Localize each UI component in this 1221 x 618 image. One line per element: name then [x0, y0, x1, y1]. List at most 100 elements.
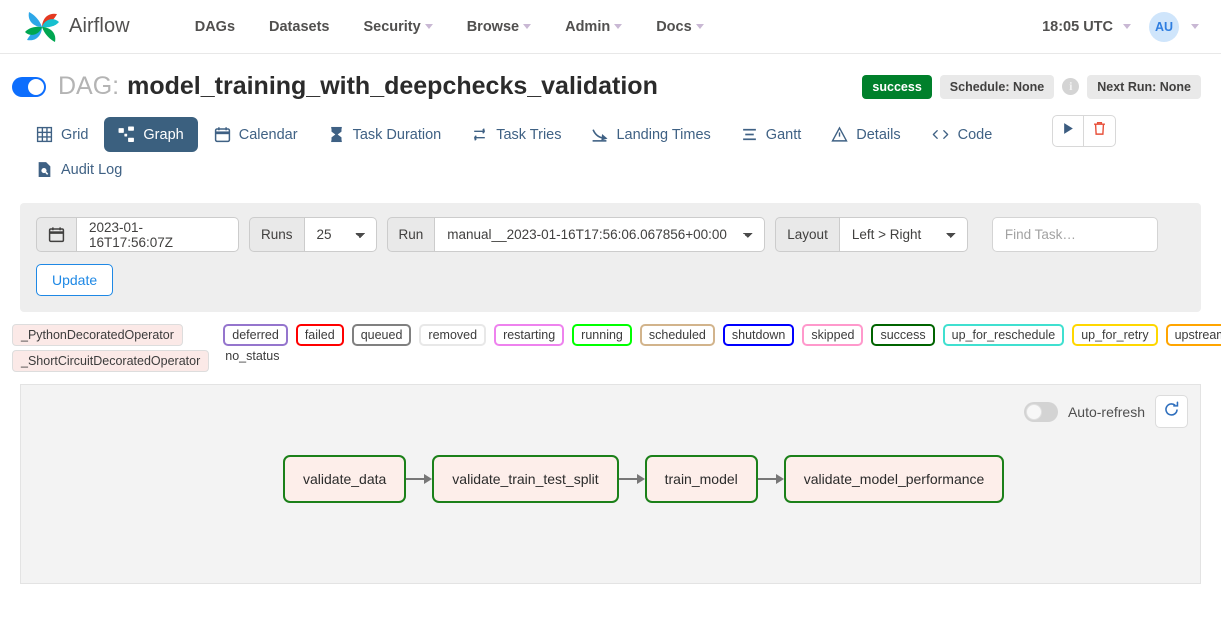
tab-label: Task Tries [496, 127, 561, 143]
refresh-button[interactable] [1155, 395, 1188, 428]
chevron-down-icon [523, 24, 531, 29]
status-badge-failed[interactable]: failed [296, 324, 344, 346]
tab-task-tries[interactable]: Task Tries [457, 117, 575, 152]
utc-clock[interactable]: 18:05 UTC [1032, 13, 1119, 41]
status-badge-skipped[interactable]: skipped [802, 324, 863, 346]
tab-label: Grid [61, 127, 88, 143]
layout-label: Layout [775, 217, 840, 252]
edge-arrow-icon [406, 473, 432, 485]
brand-name: Airflow [69, 15, 130, 38]
tab-audit-log[interactable]: Audit Log [22, 152, 136, 187]
dag-prefix-label: DAG: [58, 72, 119, 101]
tab-graph[interactable]: Graph [104, 117, 197, 152]
base-date-group: 2023-01-16T17:56:07Z [36, 217, 239, 252]
trigger-dag-button[interactable] [1052, 115, 1084, 147]
tab-label: Calendar [239, 127, 298, 143]
retry-icon [471, 126, 488, 143]
tab-label: Graph [143, 127, 183, 143]
status-badge: success [862, 75, 931, 99]
code-icon [931, 126, 950, 143]
tab-label: Landing Times [616, 127, 710, 143]
find-task-input[interactable] [992, 217, 1158, 252]
graph-canvas[interactable]: Auto-refresh validate_data validate_trai… [20, 384, 1201, 584]
tab-grid[interactable]: Grid [22, 117, 102, 152]
task-node-validate-train-test-split[interactable]: validate_train_test_split [432, 455, 618, 503]
status-badge-deferred[interactable]: deferred [223, 324, 288, 346]
dag-actions [1052, 115, 1116, 147]
operator-badge[interactable]: _ShortCircuitDecoratedOperator [12, 350, 209, 372]
task-node-validate-model-performance[interactable]: validate_model_performance [784, 455, 1005, 503]
nav-link-admin[interactable]: Admin [548, 13, 639, 41]
tab-landing-times[interactable]: Landing Times [577, 117, 724, 152]
top-navbar: Airflow DAGs Datasets Security Browse Ad… [0, 0, 1221, 54]
auto-refresh-label: Auto-refresh [1068, 404, 1145, 420]
auto-refresh-toggle[interactable] [1024, 402, 1058, 422]
warning-triangle-icon [831, 126, 848, 143]
nav-link-label: Security [363, 19, 420, 35]
edge-arrow-icon [758, 473, 784, 485]
status-badge-running[interactable]: running [572, 324, 632, 346]
run-group: Run manual__2023-01-16T17:56:06.067856+0… [387, 217, 766, 252]
status-badge-up-for-retry[interactable]: up_for_retry [1072, 324, 1157, 346]
nav-link-label: Datasets [269, 19, 329, 35]
tab-details[interactable]: Details [817, 117, 914, 152]
status-badge-restarting[interactable]: restarting [494, 324, 564, 346]
tab-label: Task Duration [353, 127, 442, 143]
run-select[interactable]: manual__2023-01-16T17:56:06.067856+00:00 [435, 217, 765, 252]
run-label: Run [387, 217, 436, 252]
tab-calendar[interactable]: Calendar [200, 117, 312, 152]
chevron-down-icon [1191, 24, 1199, 29]
no-status-label: no_status [223, 349, 1221, 363]
graph-icon [118, 126, 135, 143]
task-node-validate-data[interactable]: validate_data [283, 455, 406, 503]
tab-code[interactable]: Code [917, 117, 1007, 152]
nav-link-label: DAGs [195, 19, 235, 35]
runs-group: Runs 25 [249, 217, 377, 252]
brand-logo[interactable]: Airflow [22, 7, 130, 47]
layout-select[interactable]: Left > Right [840, 217, 968, 252]
toggle-knob [1026, 404, 1042, 420]
base-date-input[interactable]: 2023-01-16T17:56:07Z [77, 217, 239, 252]
nav-link-dags[interactable]: DAGs [178, 13, 252, 41]
calendar-icon [214, 126, 231, 143]
avatar[interactable]: AU [1149, 12, 1179, 42]
dag-pause-toggle[interactable] [12, 77, 46, 97]
tab-label: Gantt [766, 127, 801, 143]
gantt-icon [741, 126, 758, 143]
grid-icon [36, 126, 53, 143]
refresh-icon [1163, 401, 1180, 423]
delete-dag-button[interactable] [1084, 115, 1116, 147]
airflow-pinwheel-icon [22, 7, 62, 47]
dag-view-tabs: Grid Graph Calendar [0, 111, 1130, 187]
nav-link-security[interactable]: Security [346, 13, 449, 41]
status-badge-up-for-reschedule[interactable]: up_for_reschedule [943, 324, 1065, 346]
nav-link-datasets[interactable]: Datasets [252, 13, 346, 41]
tab-gantt[interactable]: Gantt [727, 117, 815, 152]
hourglass-icon [328, 126, 345, 143]
status-badge-removed[interactable]: removed [419, 324, 486, 346]
dag-graph-flow: validate_data validate_train_test_split … [283, 455, 1004, 503]
tab-label: Audit Log [61, 162, 122, 178]
operator-badge[interactable]: _PythonDecoratedOperator [12, 324, 183, 346]
info-icon[interactable]: i [1062, 78, 1079, 95]
status-badge-success[interactable]: success [871, 324, 934, 346]
chevron-down-icon [696, 24, 704, 29]
nav-link-docs[interactable]: Docs [639, 13, 720, 41]
status-badge-queued[interactable]: queued [352, 324, 412, 346]
status-badge-shutdown[interactable]: shutdown [723, 324, 795, 346]
nav-link-browse[interactable]: Browse [450, 13, 548, 41]
tab-label: Code [958, 127, 993, 143]
status-badge-scheduled[interactable]: scheduled [640, 324, 715, 346]
tab-task-duration[interactable]: Task Duration [314, 117, 456, 152]
edge-arrow-icon [619, 473, 645, 485]
next-run-badge: Next Run: None [1087, 75, 1201, 99]
play-icon [1062, 122, 1075, 140]
calendar-icon[interactable] [36, 217, 77, 252]
nav-links: DAGs Datasets Security Browse Admin Docs [178, 13, 721, 41]
dag-header: DAG: model_training_with_deepchecks_vali… [0, 54, 1221, 111]
runs-select[interactable]: 25 [305, 217, 377, 252]
update-button[interactable]: Update [36, 264, 113, 296]
chevron-down-icon [1123, 24, 1131, 29]
task-node-train-model[interactable]: train_model [645, 455, 758, 503]
status-badge-upstream-failed[interactable]: upstream_failed [1166, 324, 1221, 346]
